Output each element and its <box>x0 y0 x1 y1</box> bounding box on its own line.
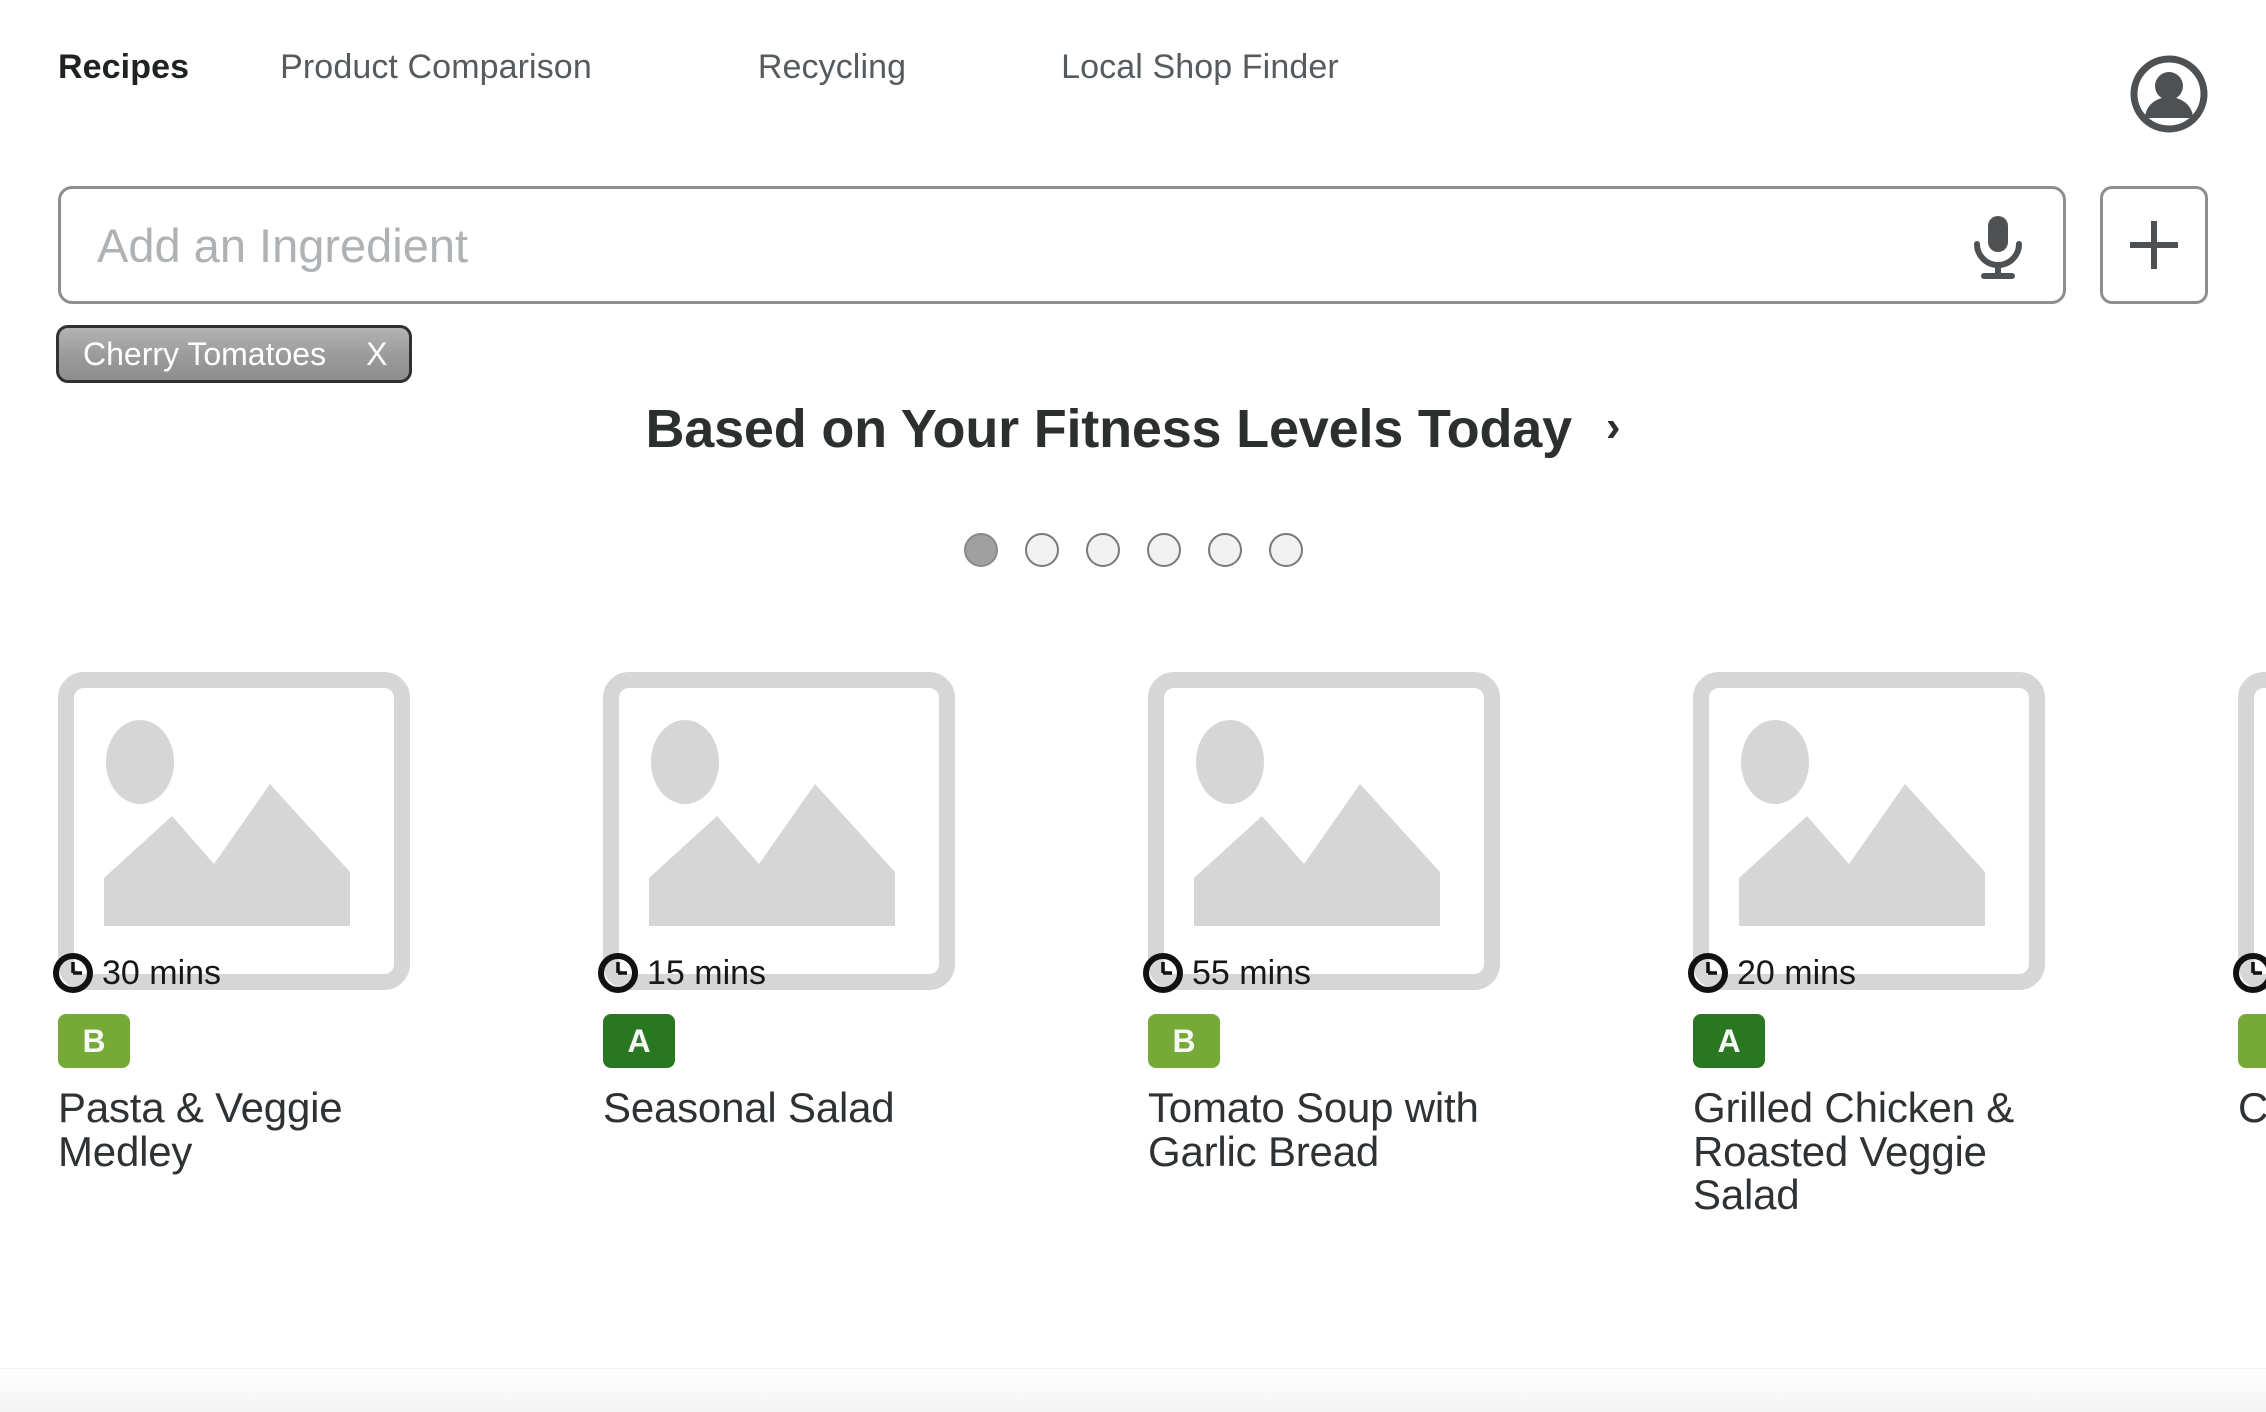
recipe-card[interactable]: 15 mins A Seasonal Salad <box>598 672 955 1292</box>
cook-time-label: 20 mins <box>1737 953 1857 992</box>
status-badge-label: B <box>1172 1022 1196 1059</box>
recipe-title: Grilled Chicken & Roasted Veggie Salad <box>1693 1084 2015 1219</box>
horizontal-scrollbar[interactable] <box>0 1368 2266 1412</box>
carousel-dot-1[interactable] <box>963 533 998 567</box>
ingredient-chip[interactable]: Cherry Tomatoes X <box>56 325 413 383</box>
recipe-title: C D <box>2238 1084 2266 1131</box>
recipe-title: Pasta & Veggie Medley <box>58 1084 343 1175</box>
status-badge-label: B <box>82 1022 106 1059</box>
recipe-card[interactable]: 55 mins B Tomato Soup with Garlic Bread <box>1143 672 1500 1292</box>
recipe-card[interactable]: 30 mins B Pasta & Veggie Medley <box>53 672 410 1292</box>
nav-item-local-shop-finder[interactable]: Local Shop Finder <box>1061 48 1339 87</box>
chevron-right-icon[interactable]: › <box>1606 405 1621 449</box>
section-heading: Based on Your Fitness Levels Today › <box>0 398 2266 460</box>
nav-items: Recipes Product Comparison Recycling Loc… <box>58 48 1339 87</box>
cook-time: 55 mins <box>1142 952 1311 994</box>
cook-time: 20 mins <box>1687 952 1856 994</box>
image-placeholder-icon <box>1693 672 2045 990</box>
microphone-icon[interactable] <box>1967 213 2029 281</box>
search-box[interactable] <box>58 186 2066 304</box>
image-placeholder-icon <box>1148 672 1500 990</box>
status-badge-label: A <box>627 1022 651 1059</box>
status-badge: B <box>58 1014 130 1068</box>
page-title: Based on Your Fitness Levels Today <box>645 399 1572 459</box>
add-ingredient-button[interactable] <box>2100 186 2208 304</box>
status-badge-label: A <box>1717 1022 1741 1059</box>
recipe-title: Seasonal Salad <box>603 1084 895 1131</box>
carousel-dot-3[interactable] <box>1085 533 1120 567</box>
carousel-dot-4[interactable] <box>1146 533 1181 567</box>
top-navigation: Recipes Product Comparison Recycling Loc… <box>0 0 2266 150</box>
search-input[interactable] <box>97 189 1947 301</box>
status-badge <box>2238 1014 2266 1068</box>
image-placeholder-icon <box>58 672 410 990</box>
recipe-card[interactable]: C D <box>2233 672 2266 1292</box>
status-badge: A <box>603 1014 675 1068</box>
account-circle-icon[interactable] <box>2130 55 2208 133</box>
cook-time-label: 30 mins <box>102 953 222 992</box>
carousel-dots <box>0 533 2266 567</box>
recipe-title: Tomato Soup with Garlic Bread <box>1148 1084 1479 1175</box>
nav-item-recipes[interactable]: Recipes <box>58 48 189 87</box>
app-root: Recipes Product Comparison Recycling Loc… <box>0 0 2266 1412</box>
nav-item-product-comparison[interactable]: Product Comparison <box>280 48 592 87</box>
carousel-dot-2[interactable] <box>1024 533 1059 567</box>
recipe-card-list: 30 mins B Pasta & Veggie Medley 15 mins … <box>53 672 2266 1292</box>
cook-time-label: 15 mins <box>647 953 767 992</box>
status-badge: B <box>1148 1014 1220 1068</box>
carousel-dot-5[interactable] <box>1207 533 1242 567</box>
image-placeholder-icon <box>2238 672 2266 990</box>
plus-icon <box>2130 221 2178 269</box>
clock-icon <box>53 953 93 993</box>
search-row <box>58 186 2208 304</box>
carousel-dot-6[interactable] <box>1268 533 1303 567</box>
clock-icon <box>1688 953 1728 993</box>
clock-icon <box>598 953 638 993</box>
remove-ingredient-icon[interactable]: X <box>366 336 387 373</box>
cook-time <box>2232 952 2266 994</box>
cook-time-label: 55 mins <box>1192 953 1312 992</box>
nav-item-recycling[interactable]: Recycling <box>758 48 906 87</box>
cook-time: 30 mins <box>52 952 221 994</box>
recipe-card[interactable]: 20 mins A Grilled Chicken & Roasted Vegg… <box>1688 672 2045 1292</box>
ingredient-chip-list: Cherry Tomatoes X <box>56 325 413 383</box>
status-badge: A <box>1693 1014 1765 1068</box>
clock-icon <box>2233 953 2266 993</box>
clock-icon <box>1143 953 1183 993</box>
cook-time: 15 mins <box>597 952 766 994</box>
ingredient-chip-label: Cherry Tomatoes <box>83 335 327 372</box>
image-placeholder-icon <box>603 672 955 990</box>
